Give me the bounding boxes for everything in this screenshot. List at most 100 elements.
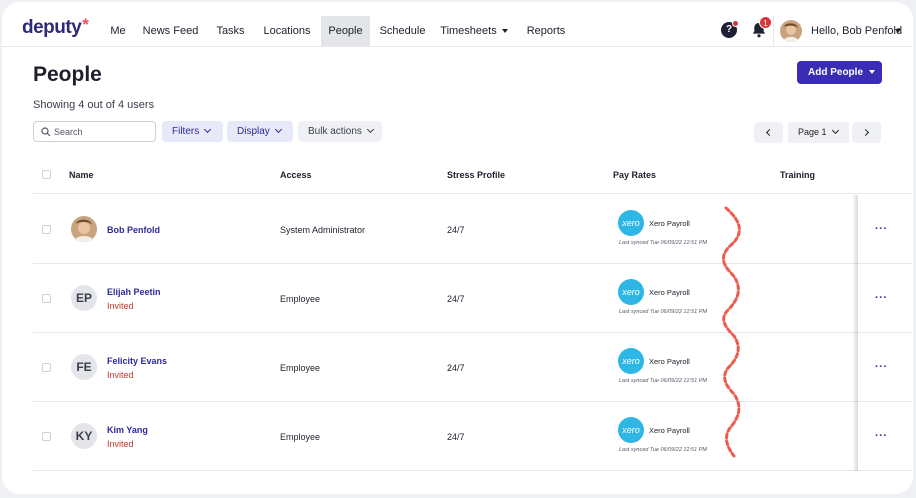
logo-text: deputy xyxy=(22,17,82,38)
bulk-actions-button[interactable]: Bulk actions xyxy=(298,121,382,142)
column-header-access[interactable]: Access xyxy=(280,170,312,180)
nav-item-label: Reports xyxy=(526,25,566,37)
row-more-menu-icon[interactable]: ··· xyxy=(875,430,888,442)
stress-profile-cell: 24/7 xyxy=(447,432,465,442)
sync-timestamp: Last synced Tue 06/09/22 12:51 PM xyxy=(619,378,707,384)
row-checkbox[interactable] xyxy=(42,363,51,372)
avatar-initials: KY xyxy=(71,423,97,449)
logo-star-icon: * xyxy=(82,15,89,34)
access-cell: Employee xyxy=(280,363,321,373)
chevron-left-icon xyxy=(765,128,774,137)
avatar-initials: FE xyxy=(71,354,97,380)
sync-timestamp: Last synced Tue 06/09/22 12:51 PM xyxy=(619,240,707,246)
bulk-actions-label: Bulk actions xyxy=(308,126,362,137)
nav-item-locations[interactable]: Locations xyxy=(261,16,313,46)
row-more-menu-icon[interactable]: ··· xyxy=(875,361,888,373)
avatar xyxy=(71,216,97,242)
nav-item-label: Schedule xyxy=(379,25,426,37)
nav-divider xyxy=(773,16,774,47)
person-name-link[interactable]: Bob Penfold xyxy=(107,225,160,235)
nav-item-timesheets[interactable]: Timesheets xyxy=(440,16,508,46)
person-name-link[interactable]: Felicity Evans xyxy=(107,356,167,366)
row-checkbox[interactable] xyxy=(42,225,51,234)
nav-item-tasks[interactable]: Tasks xyxy=(213,16,248,46)
nav-item-news-feed[interactable]: News Feed xyxy=(141,16,200,46)
display-button[interactable]: Display xyxy=(227,121,293,142)
nav-item-reports[interactable]: Reports xyxy=(522,16,570,46)
stress-profile-cell: 24/7 xyxy=(447,225,465,235)
table-row[interactable]: FE Felicity Evans Invited Employee 24/7 … xyxy=(33,333,913,402)
person-name-link[interactable]: Elijah Peetin xyxy=(107,287,161,297)
nav-item-label: Tasks xyxy=(216,25,245,37)
deputy-logo[interactable]: deputy* xyxy=(22,15,89,39)
table-header: Name Access Stress Profile Pay Rates Tra… xyxy=(33,156,913,194)
page-label: Page 1 xyxy=(798,127,827,137)
chevron-down-icon xyxy=(274,125,282,134)
torn-edge-squiggle xyxy=(722,206,741,458)
search-input[interactable] xyxy=(54,124,149,139)
page-title: People xyxy=(33,63,102,86)
xero-logo-icon: xero xyxy=(618,417,644,443)
status-badge: Invited xyxy=(107,439,134,449)
row-checkbox[interactable] xyxy=(42,294,51,303)
select-all-checkbox[interactable] xyxy=(42,170,51,179)
display-label: Display xyxy=(237,126,270,137)
nav-item-label: Me xyxy=(110,25,126,37)
search-box[interactable] xyxy=(33,121,156,142)
row-more-menu-icon[interactable]: ··· xyxy=(875,292,888,304)
nav-item-label: Locations xyxy=(263,25,311,37)
user-menu-caret-icon[interactable] xyxy=(895,29,901,33)
chevron-down-icon xyxy=(366,125,374,134)
nav-item-me[interactable]: Me xyxy=(105,16,131,46)
status-badge: Invited xyxy=(107,301,134,311)
user-avatar[interactable] xyxy=(780,20,802,42)
row-more-menu-icon[interactable]: ··· xyxy=(875,223,888,235)
filters-button[interactable]: Filters xyxy=(162,121,223,142)
user-greeting[interactable]: Hello, Bob Penfold xyxy=(811,25,902,37)
search-icon xyxy=(41,127,51,137)
stress-profile-cell: 24/7 xyxy=(447,363,465,373)
column-header-stress-profile[interactable]: Stress Profile xyxy=(447,170,505,180)
xero-logo-icon: xero xyxy=(618,210,644,236)
table-row[interactable]: KY Kim Yang Invited Employee 24/7 xero X… xyxy=(33,402,913,471)
filters-label: Filters xyxy=(172,126,200,137)
stress-profile-cell: 24/7 xyxy=(447,294,465,304)
xero-logo-icon: xero xyxy=(618,279,644,305)
access-cell: System Administrator xyxy=(280,225,366,235)
pay-provider: Xero Payroll xyxy=(649,219,690,228)
top-nav: deputy* Me News Feed Tasks Locations Peo… xyxy=(2,2,913,47)
add-people-label: Add People xyxy=(808,67,864,78)
sync-timestamp: Last synced Tue 06/09/22 12:51 PM xyxy=(619,309,707,315)
sync-timestamp: Last synced Tue 06/09/22 12:51 PM xyxy=(619,447,707,453)
previous-page-button[interactable] xyxy=(754,122,783,143)
chevron-right-icon xyxy=(861,128,870,137)
avatar-initials: EP xyxy=(71,285,97,311)
person-name-link[interactable]: Kim Yang xyxy=(107,425,148,435)
table-row[interactable]: Bob Penfold System Administrator 24/7 xe… xyxy=(33,195,913,264)
nav-item-schedule[interactable]: Schedule xyxy=(377,16,428,46)
column-header-pay-rates[interactable]: Pay Rates xyxy=(613,170,656,180)
pay-provider: Xero Payroll xyxy=(649,426,690,435)
add-people-button[interactable]: Add People xyxy=(797,61,882,84)
column-header-training[interactable]: Training xyxy=(780,170,815,180)
row-checkbox[interactable] xyxy=(42,432,51,441)
page-select[interactable]: Page 1 xyxy=(788,122,849,143)
column-scroll-shadow xyxy=(853,195,858,471)
nav-item-label: People xyxy=(328,25,363,37)
next-page-button[interactable] xyxy=(852,122,881,143)
column-header-name[interactable]: Name xyxy=(69,170,94,180)
nav-item-people[interactable]: People xyxy=(321,16,370,46)
chevron-down-icon xyxy=(831,126,839,135)
notification-badge: 1 xyxy=(759,16,772,29)
pay-provider: Xero Payroll xyxy=(649,288,690,297)
help-notification-dot xyxy=(732,20,739,27)
nav-item-label: News Feed xyxy=(142,25,199,37)
pay-provider: Xero Payroll xyxy=(649,357,690,366)
nav-item-label: Timesheets xyxy=(440,25,497,37)
access-cell: Employee xyxy=(280,294,321,304)
chevron-down-icon xyxy=(204,125,212,134)
app-window: deputy* Me News Feed Tasks Locations Peo… xyxy=(2,2,913,494)
caret-down-icon xyxy=(501,29,508,34)
table-row[interactable]: EP Elijah Peetin Invited Employee 24/7 x… xyxy=(33,264,913,333)
xero-logo-icon: xero xyxy=(618,348,644,374)
